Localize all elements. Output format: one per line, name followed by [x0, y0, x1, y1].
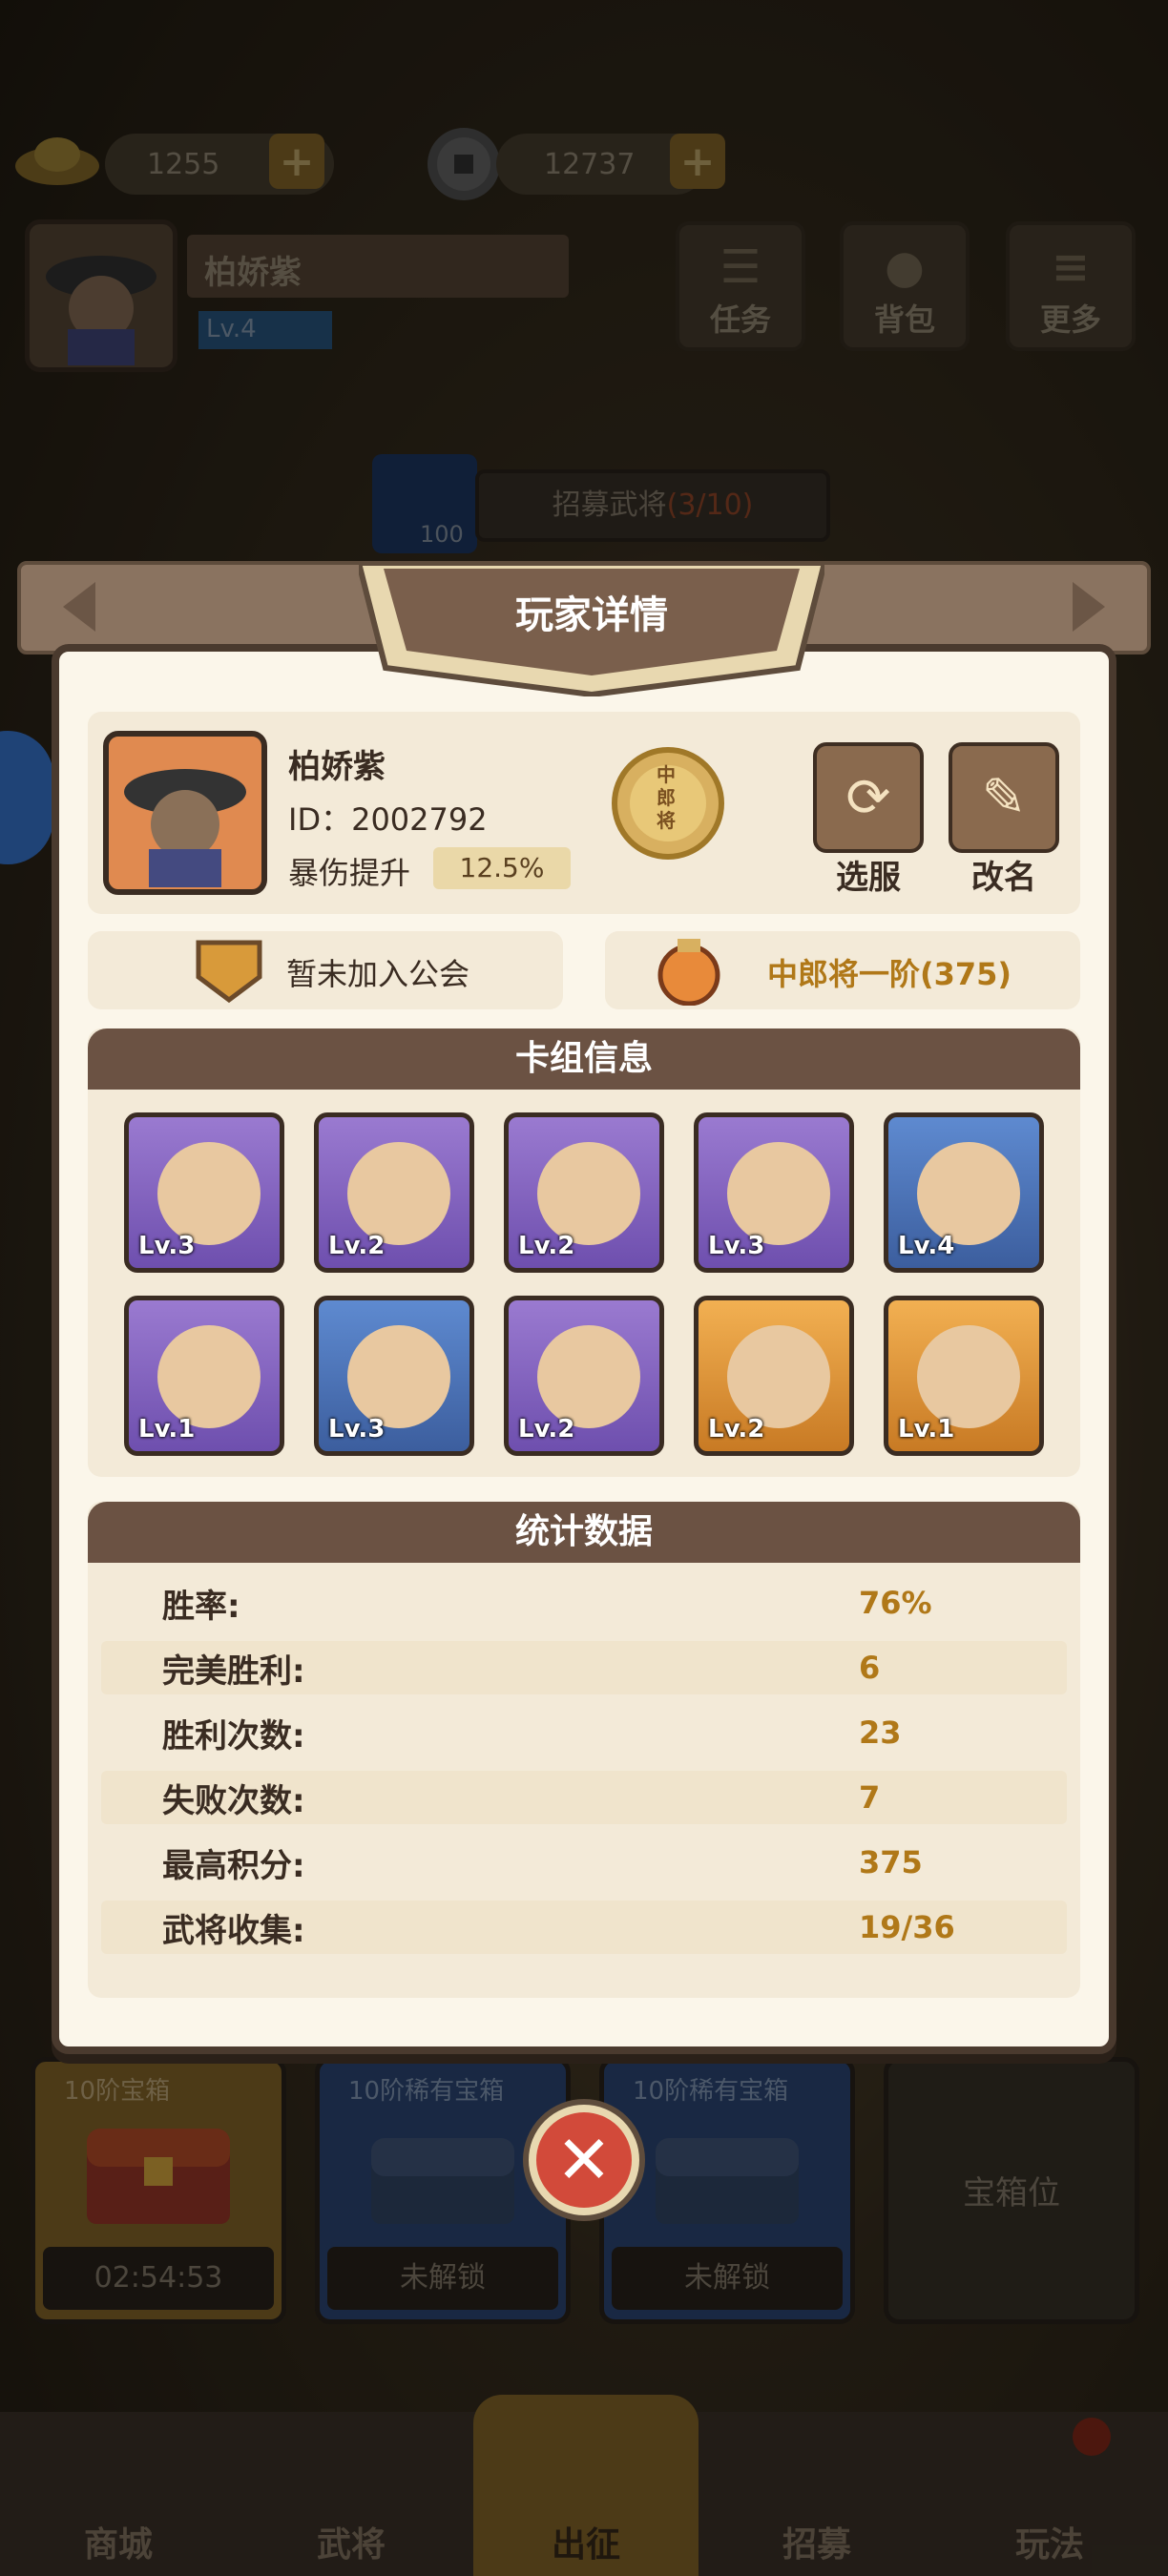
stats-title: 统计数据: [514, 1512, 653, 1551]
deck-card[interactable]: Lv.2: [504, 1112, 664, 1273]
card-level: Lv.2: [518, 1232, 575, 1260]
card-level: Lv.2: [518, 1415, 575, 1444]
general-portrait: [157, 1325, 261, 1428]
rank-box: 中郎将一阶(375): [605, 931, 1080, 1009]
rank-badge-icon: 中郎将: [611, 746, 725, 861]
profile-avatar: [103, 731, 267, 895]
stat-label: 胜利次数:: [162, 1716, 305, 1755]
card-level: Lv.4: [898, 1232, 955, 1260]
profile-id: ID：2002792: [288, 801, 488, 838]
server-select-label: 选服: [836, 859, 901, 897]
shield-icon: [196, 940, 262, 1004]
general-portrait: [537, 1325, 640, 1428]
stat-label: 失败次数:: [162, 1781, 305, 1820]
general-portrait: [537, 1142, 640, 1245]
crit-label: 暴伤提升: [288, 855, 411, 891]
rank-text: 中郎将一阶(375): [767, 956, 1012, 992]
crit-value: 12.5%: [459, 852, 545, 883]
card-level: Lv.1: [138, 1415, 196, 1444]
stat-value: 6: [859, 1650, 881, 1686]
stat-row: 胜利次数: 23: [101, 1706, 1067, 1759]
deck-title: 卡组信息: [514, 1039, 653, 1078]
rank-badge-text: 中郎将: [657, 763, 676, 832]
card-level: Lv.3: [328, 1415, 386, 1444]
general-portrait: [157, 1142, 261, 1245]
deck-card[interactable]: Lv.3: [124, 1112, 284, 1273]
stat-value: 7: [859, 1779, 881, 1816]
refresh-icon: ⟳: [845, 766, 891, 829]
crit-value-box: 12.5%: [433, 847, 571, 889]
close-icon: ✕: [536, 2112, 632, 2208]
stat-row: 胜率: 76%: [101, 1576, 1067, 1630]
stat-label: 完美胜利:: [162, 1652, 305, 1691]
deck-card[interactable]: Lv.3: [314, 1296, 474, 1456]
card-level: Lv.3: [708, 1232, 765, 1260]
stat-value: 76%: [859, 1585, 932, 1621]
pencil-icon: ✎: [981, 766, 1027, 829]
deck-card[interactable]: Lv.2: [314, 1112, 474, 1273]
rename-label: 改名: [971, 859, 1036, 897]
stat-value: 19/36: [859, 1909, 955, 1945]
server-select-button[interactable]: ⟳: [813, 742, 924, 853]
general-portrait: [727, 1142, 830, 1245]
stat-value: 375: [859, 1844, 923, 1880]
stat-row: 最高积分: 375: [101, 1836, 1067, 1889]
card-level: Lv.2: [328, 1232, 386, 1260]
dialog-title: 玩家详情: [515, 593, 668, 637]
close-button[interactable]: ✕: [523, 2099, 645, 2221]
profile-name: 柏娇紫: [288, 748, 386, 786]
card-level: Lv.1: [898, 1415, 955, 1444]
stats-header: 统计数据: [88, 1502, 1080, 1563]
stat-label: 武将收集:: [162, 1911, 305, 1950]
deck-card[interactable]: Lv.3: [694, 1112, 854, 1273]
deck-card[interactable]: Lv.4: [884, 1112, 1044, 1273]
deck-card[interactable]: Lv.2: [694, 1296, 854, 1456]
dialog-title-badge: 玩家详情: [355, 560, 828, 698]
general-portrait: [347, 1142, 450, 1245]
rank-medal-icon: [657, 939, 720, 1006]
stat-row: 失败次数: 7: [101, 1771, 1067, 1824]
general-portrait: [347, 1325, 450, 1428]
general-portrait: [917, 1142, 1020, 1245]
stat-row: 武将收集: 19/36: [101, 1901, 1067, 1954]
guild-box: 暂未加入公会: [88, 931, 563, 1009]
general-portrait: [917, 1325, 1020, 1428]
general-portrait: [727, 1325, 830, 1428]
guild-text: 暂未加入公会: [286, 956, 470, 992]
deck-header: 卡组信息: [88, 1028, 1080, 1090]
deck-card[interactable]: Lv.1: [884, 1296, 1044, 1456]
deck-card[interactable]: Lv.1: [124, 1296, 284, 1456]
card-level: Lv.2: [708, 1415, 765, 1444]
rename-button[interactable]: ✎: [949, 742, 1059, 853]
card-level: Lv.3: [138, 1232, 196, 1260]
stat-label: 最高积分:: [162, 1846, 305, 1885]
deck-card[interactable]: Lv.2: [504, 1296, 664, 1456]
stat-row: 完美胜利: 6: [101, 1641, 1067, 1694]
stat-label: 胜率:: [162, 1587, 240, 1626]
stat-value: 23: [859, 1714, 902, 1751]
